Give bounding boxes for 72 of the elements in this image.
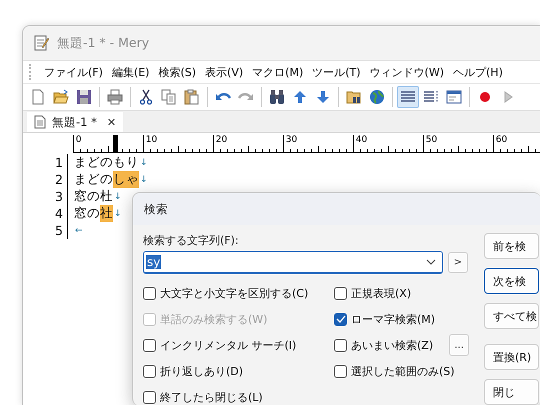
down-arrow-icon	[315, 89, 331, 105]
checkbox-label: 選択した範囲のみ(S)	[351, 364, 455, 378]
line-number: 3	[23, 188, 68, 205]
checkbox[interactable]	[143, 338, 156, 352]
tab-label: 無題-1 *	[52, 114, 97, 130]
checkbox[interactable]	[143, 286, 156, 300]
more-button[interactable]: >	[448, 252, 468, 273]
checkbox-label: 単語のみ検索する(W)	[160, 312, 268, 326]
checkbox[interactable]	[334, 364, 347, 378]
line-end-mark: ←	[75, 226, 83, 236]
checkbox[interactable]	[334, 338, 347, 352]
checkbox-label: インクリメンタル サーチ(I)	[160, 338, 296, 352]
checkbox[interactable]	[334, 312, 347, 326]
close-tab-button[interactable]: ✕	[106, 116, 116, 128]
menu-item[interactable]: 検索(S)	[158, 64, 196, 80]
window-icon	[446, 89, 462, 105]
dialog-button[interactable]: 前を検	[484, 233, 539, 259]
notepad-pencil-icon	[33, 35, 49, 51]
document-tab[interactable]: 無題-1 * ✕	[27, 112, 124, 132]
checkbox[interactable]	[334, 286, 347, 300]
up-arrow-icon	[292, 89, 308, 105]
checkbox-label: あいまい検索(Z)	[351, 338, 434, 352]
new-document-icon	[30, 89, 46, 105]
checkbox[interactable]	[143, 364, 156, 378]
line-end-mark: ↓	[140, 158, 148, 168]
menu-item[interactable]: ツール(T)	[312, 64, 361, 80]
line-text: 窓の	[74, 205, 100, 222]
open-folder-icon	[53, 89, 69, 105]
match-highlight: 社	[100, 205, 113, 222]
dialog-button[interactable]: 置換(R)	[484, 344, 539, 370]
menu-item[interactable]: 編集(E)	[112, 64, 150, 80]
dialog-button[interactable]: 次を検	[484, 268, 539, 294]
dialog-button[interactable]: 閉じ	[484, 379, 539, 405]
binoculars-icon	[269, 89, 285, 105]
line-number: 2	[23, 171, 68, 188]
checkbox-label: 折り返しあり(D)	[160, 364, 244, 378]
checkbox-label: 正規表現(X)	[351, 286, 412, 300]
menu-item[interactable]: 表示(V)	[205, 64, 244, 80]
line-number: 4	[23, 205, 68, 222]
globe-icon	[369, 89, 385, 105]
checkbox-label: 終了したら閉じる(L)	[160, 390, 263, 404]
folder-binoculars-icon	[346, 89, 362, 105]
document-icon	[34, 115, 46, 129]
window-title: 無題-1 * - Mery	[57, 34, 150, 52]
printer-icon	[107, 89, 123, 105]
menu-item[interactable]: ウィンドウ(W)	[370, 64, 444, 80]
toolbar-button[interactable]	[397, 86, 419, 108]
menu-grip	[29, 64, 33, 80]
line-number: 5	[23, 222, 68, 239]
options-button[interactable]: ...	[449, 334, 470, 356]
search-combo-box[interactable]: sy	[143, 251, 443, 274]
checkbox-label: 大文字と小文字を区別する(C)	[160, 286, 308, 300]
checkbox[interactable]	[143, 390, 156, 404]
dialog-title: 検索	[133, 193, 540, 225]
field-label: 検索する文字列(F):	[143, 233, 240, 248]
menu-item[interactable]: ファイル(F)	[44, 64, 103, 80]
clipboard-icon	[184, 89, 200, 105]
match-highlight: しゃ	[113, 171, 139, 188]
menu-item[interactable]: マクロ(M)	[252, 64, 304, 80]
line-text: まどのもり	[74, 154, 139, 171]
line-end-mark: ↓	[114, 192, 122, 202]
record-dot-icon	[477, 89, 493, 105]
line-text: 窓の杜	[74, 188, 113, 205]
line-end-mark: ↓	[114, 208, 122, 218]
checkbox-label: ローマ字検索(M)	[351, 312, 436, 326]
dialog-button[interactable]: すべて検	[484, 303, 539, 329]
copy-pages-icon	[161, 89, 177, 105]
menu-item[interactable]: ヘルプ(H)	[453, 64, 503, 80]
line-end-mark: ↓	[140, 174, 148, 184]
line-text: まどの	[74, 171, 113, 188]
line-number: 1	[23, 154, 68, 171]
scissors-icon	[138, 89, 154, 105]
